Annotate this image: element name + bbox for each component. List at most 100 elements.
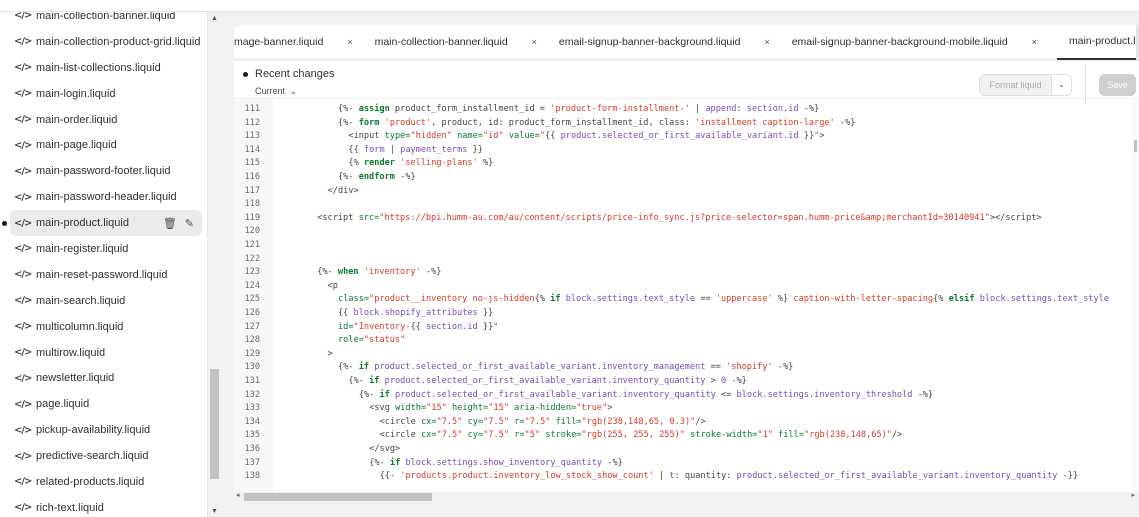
code-text: <svg width="15" height="15" aria-hidden=… — [369, 403, 613, 414]
code-horizontal-scrollbar[interactable]: ◂ ▸ — [234, 492, 1139, 502]
file-item-label: main-collection-banner.liquid — [36, 12, 176, 22]
editor-tab[interactable]: email-signup-banner-background-mobile.li… — [792, 25, 1059, 60]
code-file-icon: </> — [14, 114, 32, 125]
code-text: <circle cx="7.5" cy="7.5" r="5" stroke="… — [379, 430, 903, 441]
file-item-label: rich-text.liquid — [36, 501, 104, 514]
save-button[interactable]: Save — [1099, 74, 1136, 96]
file-item[interactable]: </> main-collection-product-grid.liquid — [0, 29, 207, 55]
file-item[interactable]: </> pickup-availability.liquid — [0, 417, 207, 443]
tab-label: mage-banner.liquid — [234, 35, 324, 48]
file-item[interactable]: </> predictive-search.liquid — [0, 443, 207, 469]
format-liquid-button[interactable]: Format liquid ⌄ — [979, 74, 1072, 96]
toolbar-divider — [1085, 64, 1086, 104]
pencil-icon[interactable]: ✎ — [185, 217, 194, 230]
file-item-label: main-register.liquid — [36, 242, 129, 255]
editor-tab[interactable]: main-collection-banner.liquid × — [375, 25, 559, 60]
file-item[interactable]: </> main-password-header.liquid — [0, 184, 207, 210]
editor-toolbar: Recent changes Current ⌄ Format liquid ⌄ … — [234, 64, 1139, 104]
editor-tab[interactable]: email-signup-banner-background.liquid × — [559, 25, 792, 60]
file-item[interactable]: </> multicolumn.liquid — [0, 314, 207, 340]
code-hscroll-thumb[interactable] — [244, 493, 432, 501]
version-select[interactable]: Current ⌄ — [255, 86, 297, 96]
file-item-label: main-password-footer.liquid — [36, 165, 171, 178]
line-number: 119 — [244, 212, 260, 223]
file-item[interactable]: </> newsletter.liquid — [0, 365, 207, 391]
scroll-right-arrow-icon[interactable]: ▸ — [1131, 491, 1135, 499]
sidebar-scroll-thumb[interactable] — [210, 369, 219, 479]
sidebar-scrollbar[interactable]: ▲ ▼ — [207, 12, 220, 517]
code-file-icon: </> — [14, 165, 32, 177]
code-file-icon: </> — [14, 88, 32, 100]
file-sidebar: </> main-collection-banner.liquid </> main-… — [0, 12, 207, 517]
code-text: {%- if product.selected_or_first_availab… — [348, 376, 747, 386]
file-item[interactable]: </> main-register.liquid — [0, 236, 207, 262]
scroll-down-arrow-icon[interactable]: ▼ — [211, 508, 218, 515]
close-tab-icon[interactable]: × — [347, 37, 352, 47]
line-number: 123 — [244, 267, 260, 278]
file-item[interactable]: </> main-password-footer.liquid — [0, 158, 207, 184]
file-item[interactable]: </> main-search.liquid — [0, 288, 207, 314]
close-tab-icon[interactable]: × — [1032, 37, 1037, 47]
line-number: 122 — [244, 253, 260, 264]
file-item[interactable]: </> main-product.liquid 🗑 ✎ — [2, 210, 202, 237]
line-number: 127 — [244, 321, 260, 332]
line-number: 125 — [244, 294, 260, 305]
code-text: {% render 'selling-plans' %} — [348, 158, 494, 169]
line-number: 111 — [244, 104, 260, 114]
close-tab-icon[interactable]: × — [532, 37, 537, 47]
code-file-icon: </> — [14, 191, 32, 203]
line-number: 132 — [244, 389, 260, 400]
line-number: 121 — [244, 240, 260, 250]
file-item[interactable]: </> main-page.liquid — [0, 132, 207, 158]
code-text: <script src="https://bpi.humm-au.com/au/… — [317, 212, 1042, 223]
code-file-icon: </> — [14, 243, 32, 255]
line-number: 118 — [244, 199, 260, 210]
file-item[interactable]: </> related-products.liquid — [0, 469, 207, 495]
unsaved-dot-icon — [243, 72, 248, 77]
file-item[interactable]: </> main-order.liquid — [0, 107, 207, 133]
scroll-left-arrow-icon[interactable]: ◂ — [236, 491, 240, 499]
line-number: 129 — [244, 348, 260, 359]
version-select-value: Current — [255, 86, 286, 96]
file-item-label: pickup-availability.liquid — [36, 424, 151, 437]
format-options-chevron-icon[interactable]: ⌄ — [1051, 75, 1071, 95]
scroll-up-arrow-icon[interactable]: ▲ — [211, 15, 218, 22]
file-item[interactable]: </> rich-text.liquid — [0, 495, 207, 517]
file-list: </> main-collection-banner.liquid </> main-… — [0, 12, 207, 517]
file-item-label: main-password-header.liquid — [36, 191, 177, 204]
file-item[interactable]: </> main-reset-password.liquid — [0, 262, 207, 288]
code-file-icon: </> — [14, 12, 32, 22]
code-file-icon: </> — [14, 398, 32, 410]
editor-tab[interactable]: main-product.liquid — [1056, 25, 1139, 60]
code-vscroll-thumb[interactable] — [1134, 140, 1137, 152]
close-tab-icon[interactable]: × — [764, 37, 769, 47]
trash-icon[interactable]: 🗑 — [163, 217, 177, 230]
line-number: 112 — [244, 117, 260, 128]
file-item-actions: 🗑 ✎ — [163, 217, 202, 230]
code-text: > — [327, 348, 333, 359]
file-item[interactable]: </> multirow.liquid — [0, 340, 207, 366]
file-item-label: main-page.liquid — [36, 139, 117, 152]
code-text: {%- endform -%} — [338, 172, 416, 182]
line-number: 138 — [244, 471, 260, 482]
code-vertical-scrollbar[interactable] — [1132, 100, 1139, 492]
code-file-icon: </> — [14, 139, 32, 151]
code-file-icon: </> — [14, 321, 32, 333]
file-item[interactable]: </> page.liquid — [0, 391, 207, 417]
editor-tabs: mage-banner.liquid × main-collection-banne… — [234, 25, 1139, 61]
line-number: 124 — [244, 280, 260, 291]
top-bar — [0, 0, 1139, 12]
line-number: 134 — [244, 416, 260, 427]
editor-tab[interactable]: mage-banner.liquid × — [234, 25, 375, 60]
file-item-label: main-order.liquid — [36, 113, 118, 126]
file-item-label: predictive-search.liquid — [36, 450, 149, 463]
code-file-icon: </> — [14, 372, 32, 384]
line-number: 115 — [244, 158, 260, 169]
code-file-icon: </> — [14, 476, 32, 488]
file-item-label: main-login.liquid — [36, 87, 116, 100]
format-liquid-label[interactable]: Format liquid — [980, 75, 1051, 95]
file-item[interactable]: </> main-collection-banner.liquid — [0, 12, 207, 29]
code-area[interactable]: {{ block.shopify_attributes }} 111 {%- ass… — [234, 100, 1139, 492]
file-item[interactable]: </> main-list-collections.liquid — [0, 55, 207, 81]
file-item[interactable]: </> main-login.liquid — [0, 81, 207, 107]
